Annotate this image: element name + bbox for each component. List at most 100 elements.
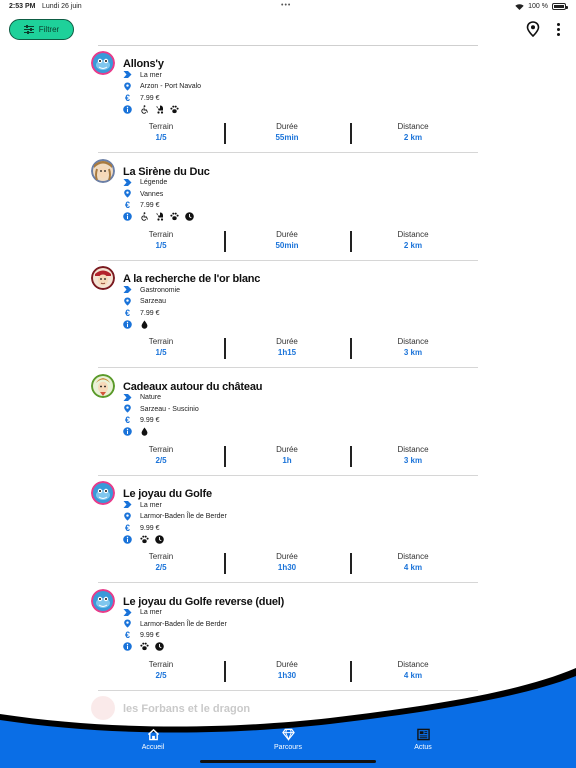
nav-parcours[interactable]: Parcours [248,728,328,751]
more-vertical-icon[interactable] [553,21,563,37]
stat-distance: Distance 2 km [350,122,476,142]
route-avatar [91,51,115,75]
location-row: Vannes [123,189,163,199]
wifi-icon [515,3,524,10]
route-title: A la recherche de l'or blanc [123,273,261,285]
stat-label: Distance [397,552,429,561]
nav-label: Parcours [273,744,302,751]
stat-duree: Durée 55min [224,122,350,142]
stat-distance: Distance 3 km [350,337,476,357]
stat-duree: Durée 1h [224,445,350,465]
nav-accueil[interactable]: Accueil [113,728,193,751]
stat-label: Distance [397,229,429,239]
sliders-icon [23,25,34,34]
route-stats: Terrain 1/5 Durée 55min Distance 2 km [98,122,478,146]
stat-label: Terrain [148,444,174,454]
stat-value: 1h15 [277,348,297,357]
stat-label: Distance [397,444,429,454]
stat-value: 1/5 [155,240,167,250]
battery-percent: 100 % [528,3,548,10]
paw-icon [170,101,179,119]
drop-icon [140,423,149,441]
status-indicators: 100 % [515,3,568,10]
stat-label: Distance [397,337,429,346]
route-stats: Terrain 1/5 Durée 1h15 Distance 3 km [98,337,478,361]
stat-label: Terrain [148,229,174,239]
amenity-icons [140,423,149,441]
wheelchair-icon [140,101,149,119]
route-stats: Terrain 2/5 Durée 1h Distance 3 km [98,445,478,469]
route-card[interactable]: La Sirène du Duc Légende Vannes €7.99 € Terr… [0,154,576,262]
route-stats: Terrain 1/5 Durée 50min Distance 2 km [98,230,478,254]
stat-terrain: Terrain 1/5 [98,230,224,250]
route-avatar [91,373,115,398]
route-card[interactable]: Cadeaux autour du château Nature Sarzeau -… [0,369,576,477]
route-card[interactable]: A la recherche de l'or blanc Gastronomie S… [0,261,576,369]
nav-actus[interactable]: Actus [383,728,463,751]
info-icon[interactable] [123,101,132,119]
route-location: Sarzeau [140,298,167,305]
route-location: Vannes [140,190,164,198]
status-date: Lundi 26 juin [42,3,82,10]
newspaper-icon [416,728,430,741]
amenities-row [123,212,194,222]
home-indicator[interactable] [200,760,376,763]
stat-value: 1/5 [155,133,167,142]
top-bar: Filtrer [0,14,576,46]
amenity-icons [140,638,164,656]
route-card[interactable]: Le joyau du Golfe La mer Larmor-Baden Île … [0,476,576,584]
stat-value: 4 km [403,563,423,572]
status-bar: 2:53 PM Lundi 26 juin ••• 100 % [0,0,576,14]
amenities-row [123,319,149,330]
paw-icon [170,208,179,226]
location-row: Larmor-Baden Île de Berder [123,619,227,629]
stat-value: 3 km [403,455,423,465]
nav-label: Actus [414,744,432,751]
route-theme: La mer [140,501,162,509]
amenity-icons [140,316,149,334]
stat-value: 3 km [403,348,423,357]
wheelchair-icon [140,208,149,226]
amenities-row [123,427,149,437]
stat-distance: Distance 4 km [350,552,476,572]
route-title: Le joyau du Golfe [123,488,212,500]
stat-value: 2/5 [155,455,167,465]
info-icon[interactable] [123,423,132,441]
stat-value: 50min [275,240,299,250]
battery-icon [552,3,568,10]
stat-label: Durée [276,552,298,561]
clock-icon [185,208,194,226]
home-icon [147,728,159,741]
drop-icon [140,316,149,334]
clock-icon [155,531,164,549]
location-row: Sarzeau [123,297,166,307]
amenities-row [123,534,164,545]
stat-label: Terrain [148,122,174,131]
amenities-row [123,642,164,652]
multitask-dots-icon[interactable]: ••• [281,2,291,9]
filter-button[interactable]: Filtrer [9,19,74,40]
info-icon[interactable] [123,208,132,226]
stat-label: Durée [276,337,298,346]
location-row: Arzon - Port Navalo [123,82,201,92]
stat-label: Distance [397,122,429,131]
stat-value: 1/5 [155,348,167,357]
route-card[interactable]: Allons'y La mer Arzon - Port Navalo €7.99 €… [0,46,576,154]
route-theme: La mer [140,609,162,616]
route-location: Larmor-Baden Île de Berder [140,513,227,520]
location-row: Sarzeau - Suscinio [123,404,199,414]
route-avatar [91,266,115,290]
stat-label: Terrain [148,552,174,561]
info-icon[interactable] [123,638,132,656]
clock-icon [155,638,164,656]
stroller-icon [155,208,164,226]
nav-label: Accueil [141,744,165,751]
route-title: Le joyau du Golfe reverse (duel) [123,595,285,608]
route-location: Arzon - Port Navalo [140,83,202,90]
location-pin-icon[interactable] [526,21,540,37]
diamond-icon [281,728,295,741]
info-icon[interactable] [123,316,132,334]
amenity-icons [140,208,194,226]
route-title: La Sirène du Duc [123,165,210,178]
info-icon[interactable] [123,531,132,549]
